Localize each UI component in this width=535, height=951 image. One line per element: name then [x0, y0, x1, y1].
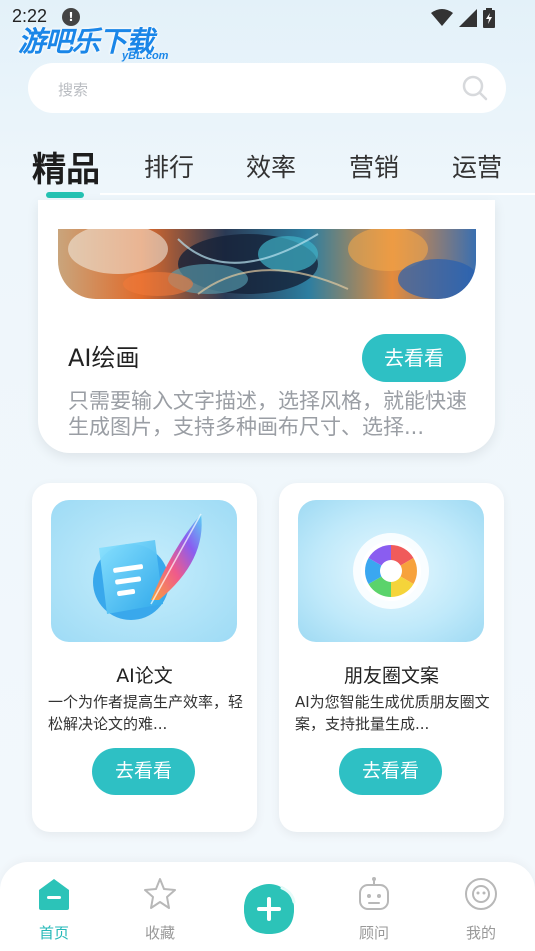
- card-ai-paper[interactable]: AI论文 一个为作者提高生产效率，轻松解决论文的难... 去看看: [32, 483, 257, 832]
- category-tabs: 精品 排行 效率 营销 运营: [0, 140, 535, 200]
- featured-card[interactable]: AI绘画 去看看 只需要输入文字描述，选择风格，就能快速生成图片，支持多种画布尺…: [38, 200, 495, 453]
- bottom-navigation: 首页 收藏 顾问 我的: [0, 862, 535, 951]
- nav-favorites-label: 收藏: [144, 924, 175, 942]
- nav-mine-label: 我的: [465, 924, 496, 942]
- featured-view-button[interactable]: 去看看: [362, 334, 466, 382]
- search-placeholder: 搜索: [58, 81, 89, 99]
- signal-icon: [459, 9, 477, 27]
- profile-icon: [465, 878, 497, 910]
- card-ai-paper-title: AI论文: [116, 665, 173, 687]
- card-moments-copy[interactable]: 朋友圈文案 AI为您智能生成优质朋友圈文案，支持批量生成... 去看看: [279, 483, 504, 832]
- featured-image: [58, 229, 476, 299]
- card-moments-copy-image: [298, 500, 484, 642]
- watermark-logo: 游吧乐下载 yBL.com: [18, 20, 168, 62]
- wifi-icon: [431, 9, 453, 26]
- nav-advisor[interactable]: 顾问: [344, 876, 404, 943]
- tab-yingxiao[interactable]: 营销: [349, 148, 399, 184]
- tab-yunying[interactable]: 运营: [452, 148, 502, 184]
- card-ai-paper-description: 一个为作者提高生产效率，轻松解决论文的难...: [48, 693, 243, 733]
- featured-title: AI绘画: [68, 344, 140, 372]
- watermark-sub: yBL.com: [122, 50, 169, 62]
- nav-home[interactable]: 首页: [24, 876, 84, 943]
- star-icon: [144, 878, 176, 909]
- tab-xiaolv[interactable]: 效率: [246, 148, 296, 184]
- search-icon[interactable]: [462, 75, 488, 101]
- nav-mine[interactable]: 我的: [451, 876, 511, 943]
- card-ai-paper-view-button[interactable]: 去看看: [92, 748, 195, 795]
- card-moments-copy-view-button[interactable]: 去看看: [339, 748, 442, 795]
- search-bar[interactable]: 搜索: [28, 63, 506, 113]
- camera-aperture-icon: [298, 500, 484, 642]
- home-icon: [39, 879, 69, 910]
- card-moments-copy-title: 朋友圈文案: [343, 665, 439, 687]
- tab-jingpin[interactable]: 精品: [32, 142, 100, 191]
- featured-description: 只需要输入文字描述，选择风格，就能快速生成图片，支持多种画布尺寸、选择...: [68, 389, 467, 439]
- nav-home-label: 首页: [38, 924, 69, 942]
- card-ai-paper-image: [51, 500, 237, 642]
- nav-favorites[interactable]: 收藏: [130, 876, 190, 943]
- battery-icon: [483, 8, 495, 28]
- tab-paihang[interactable]: 排行: [144, 148, 194, 184]
- tab-indicator: [46, 192, 84, 198]
- card-moments-copy-description: AI为您智能生成优质朋友圈文案，支持批量生成...: [295, 693, 490, 733]
- nav-advisor-label: 顾问: [358, 924, 389, 942]
- status-icons: [431, 8, 495, 28]
- tab-divider: [100, 193, 535, 195]
- document-feather-icon: [51, 500, 237, 642]
- add-icon[interactable]: [242, 882, 296, 936]
- robot-icon: [359, 877, 389, 910]
